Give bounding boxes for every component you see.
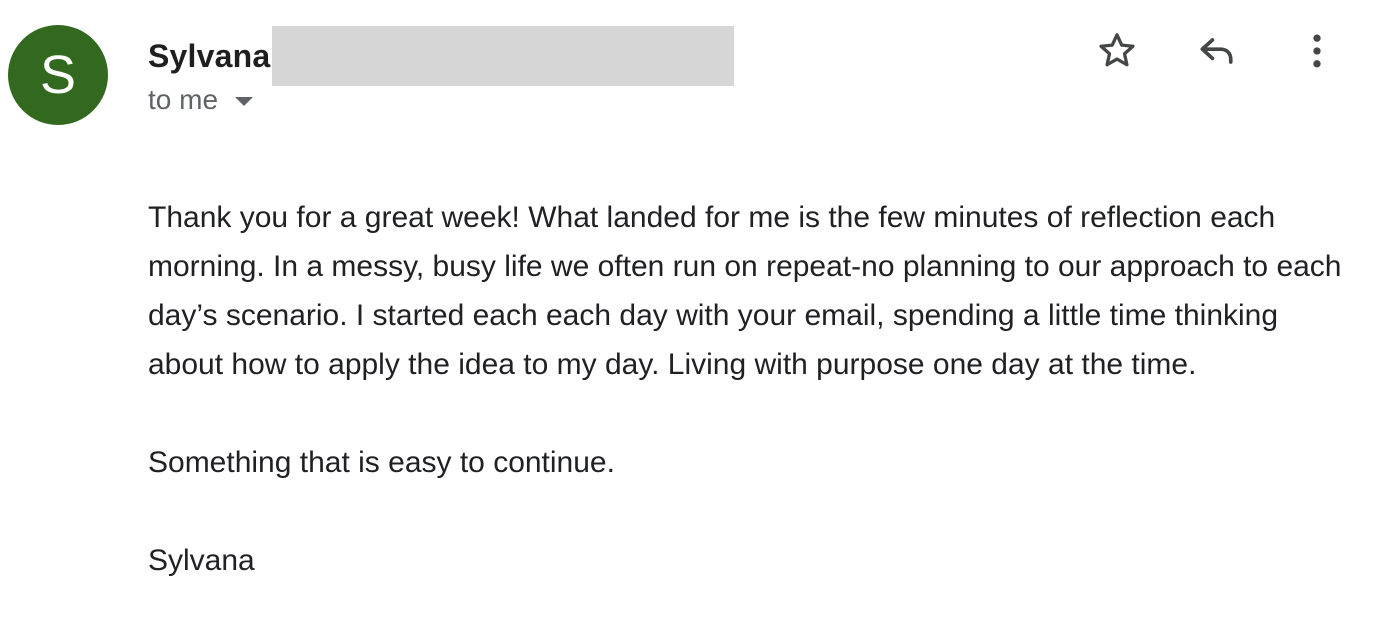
recipient-details-toggle[interactable]: to me [148,80,254,120]
sender-avatar[interactable]: S [8,25,108,125]
message-paragraph: Thank you for a great week! What landed … [148,201,1342,381]
more-options-button[interactable] [1294,28,1340,74]
redacted-sender-email [272,26,735,86]
star-button[interactable] [1094,28,1140,74]
message-body: Thank you for a great week! What landed … [148,144,1348,634]
reply-icon [1200,38,1233,64]
message-closing-line: Something that is easy to continue. [148,446,615,479]
star-outline-icon [1099,33,1135,67]
more-vertical-icon [1313,34,1321,68]
message-signature: Sylvana [148,544,255,577]
sender-name[interactable]: Sylvana [148,38,270,75]
reply-button[interactable] [1194,28,1240,74]
chevron-down-icon[interactable] [235,97,254,106]
recipient-label: to me [148,84,219,115]
sender-header: Sylvana [148,26,735,86]
